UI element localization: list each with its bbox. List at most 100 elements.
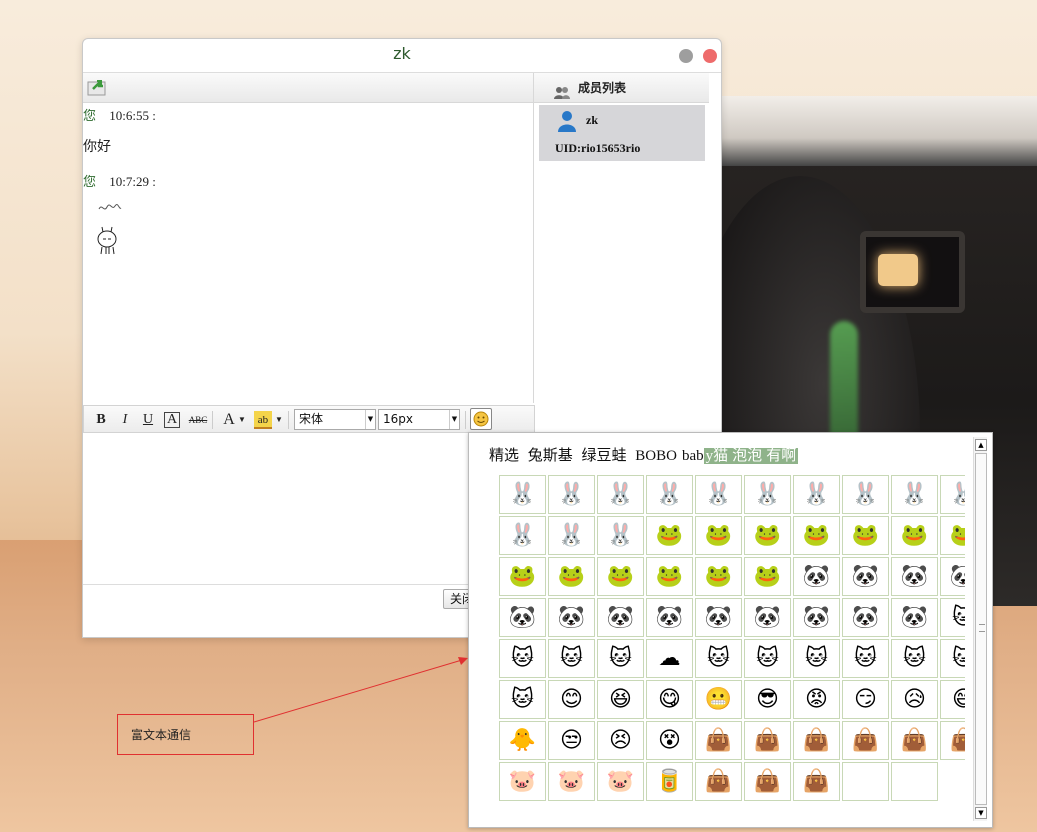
emoji-cell[interactable]: 👜 <box>695 762 742 801</box>
emoji-cell[interactable]: 🐸 <box>646 516 693 555</box>
emoji-cell[interactable]: 🐰 <box>793 475 840 514</box>
emoji-cell[interactable]: 😏 <box>842 680 889 719</box>
emoji-cell[interactable]: 🐸 <box>744 557 791 596</box>
emoji-cell[interactable]: 🐸 <box>597 557 644 596</box>
emoji-cell[interactable]: 🐼 <box>793 557 840 596</box>
emoji-cell[interactable]: 👜 <box>940 721 965 760</box>
emoji-cell[interactable]: 🐼 <box>891 598 938 637</box>
highlight-dropdown-icon[interactable]: ▼ <box>275 411 283 429</box>
emoji-cell[interactable]: 🐰 <box>548 475 595 514</box>
emoji-cell[interactable]: 👜 <box>744 762 791 801</box>
emoji-cell[interactable]: 🐼 <box>548 598 595 637</box>
emoji-cell[interactable]: 👜 <box>842 721 889 760</box>
emoji-cell[interactable]: 🐱 <box>940 639 965 678</box>
emoji-cell[interactable]: 🐰 <box>744 475 791 514</box>
highlight-button[interactable]: ab <box>254 411 272 429</box>
emoji-tab-tuzki[interactable]: 兔斯基 <box>528 448 573 464</box>
emoji-cell[interactable]: 🐸 <box>940 516 965 555</box>
emoji-button[interactable] <box>470 408 492 430</box>
emoji-cell[interactable]: 😵 <box>646 721 693 760</box>
emoji-cell[interactable]: 😡 <box>793 680 840 719</box>
emoji-cell[interactable]: 🐼 <box>891 557 938 596</box>
emoji-cell[interactable]: 👜 <box>891 721 938 760</box>
emoji-cell[interactable]: ☁ <box>646 639 693 678</box>
emoji-cell[interactable]: 🐸 <box>793 516 840 555</box>
font-color-button[interactable]: A <box>222 411 236 429</box>
emoji-cell[interactable] <box>891 762 938 801</box>
emoji-cell[interactable]: 🐰 <box>695 475 742 514</box>
underline-button[interactable]: U <box>141 411 155 429</box>
emoji-cell[interactable]: 🐼 <box>940 557 965 596</box>
emoji-cell[interactable]: 🐰 <box>597 516 644 555</box>
emoji-cell[interactable]: 🐱 <box>891 639 938 678</box>
emoji-cell[interactable]: 🐼 <box>646 598 693 637</box>
emoji-tab-featured[interactable]: 精选 <box>489 448 519 464</box>
font-color-dropdown-icon[interactable]: ▼ <box>238 411 246 429</box>
strikethrough-button[interactable]: ABC <box>188 411 208 429</box>
emoji-cell[interactable]: 🐰 <box>842 475 889 514</box>
emoji-cell[interactable]: 🐸 <box>646 557 693 596</box>
emoji-cell[interactable]: 🐸 <box>695 557 742 596</box>
emoji-cell[interactable]: 🐥 <box>499 721 546 760</box>
emoji-cell[interactable]: 👜 <box>695 721 742 760</box>
emoji-cell[interactable]: 🐰 <box>646 475 693 514</box>
emoji-cell[interactable]: 🐰 <box>597 475 644 514</box>
emoji-cell[interactable]: 🐼 <box>793 598 840 637</box>
emoji-cell[interactable]: 😋 <box>646 680 693 719</box>
emoji-cell[interactable]: 😎 <box>744 680 791 719</box>
font-border-button[interactable]: A <box>164 412 180 428</box>
emoji-cell[interactable]: 👜 <box>793 762 840 801</box>
emoji-tab-bobo[interactable]: BOBO <box>635 448 677 464</box>
emoji-cell[interactable]: 😆 <box>597 680 644 719</box>
emoji-cell[interactable] <box>842 762 889 801</box>
emoji-cell[interactable]: 🐰 <box>891 475 938 514</box>
emoji-cell[interactable]: 🐸 <box>548 557 595 596</box>
emoji-cell[interactable]: 🐼 <box>842 598 889 637</box>
emoji-tab-baby[interactable]: bab <box>682 448 704 464</box>
emoji-cell[interactable]: 🐸 <box>695 516 742 555</box>
bold-button[interactable]: B <box>94 411 108 429</box>
emoji-cell[interactable]: 🐰 <box>548 516 595 555</box>
emoji-cell[interactable]: 🐼 <box>597 598 644 637</box>
emoji-cell[interactable]: 😥 <box>891 680 938 719</box>
emoji-cell[interactable]: 🐰 <box>499 516 546 555</box>
emoji-scrollbar[interactable]: ▲ ▼ <box>973 437 987 821</box>
emoji-cell[interactable]: 😬 <box>695 680 742 719</box>
emoji-cell[interactable]: 😊 <box>548 680 595 719</box>
scroll-up-icon[interactable]: ▲ <box>975 439 987 451</box>
emoji-cell[interactable]: 🐱 <box>499 639 546 678</box>
emoji-cell[interactable]: 🐱 <box>940 598 965 637</box>
emoji-cell[interactable]: 🐸 <box>842 516 889 555</box>
emoji-cell[interactable]: 👜 <box>793 721 840 760</box>
emoji-cell[interactable]: 🐰 <box>499 475 546 514</box>
emoji-tab-cat[interactable]: y猫 <box>703 448 731 464</box>
emoji-cell[interactable]: 😣 <box>597 721 644 760</box>
emoji-cell[interactable]: 🐷 <box>548 762 595 801</box>
member-item[interactable]: zk UID:rio15653rio <box>539 105 705 161</box>
emoji-cell[interactable]: 🐼 <box>695 598 742 637</box>
emoji-cell[interactable]: 🐼 <box>842 557 889 596</box>
emoji-cell[interactable]: 🐱 <box>695 639 742 678</box>
scroll-thumb[interactable] <box>975 453 987 805</box>
emoji-cell[interactable]: 🐸 <box>891 516 938 555</box>
close-window-button[interactable] <box>703 49 717 63</box>
emoji-cell[interactable]: 🐼 <box>499 598 546 637</box>
minimize-button[interactable] <box>679 49 693 63</box>
emoji-cell[interactable]: 🐱 <box>499 680 546 719</box>
italic-button[interactable]: I <box>118 411 132 429</box>
emoji-cell[interactable]: 🐱 <box>548 639 595 678</box>
emoji-tab-bubble[interactable]: 泡泡 <box>730 448 765 464</box>
emoji-cell[interactable]: 🐷 <box>499 762 546 801</box>
emoji-cell[interactable]: 😒 <box>548 721 595 760</box>
emoji-cell[interactable]: 🐱 <box>597 639 644 678</box>
emoji-tab-green-frog[interactable]: 绿豆蛙 <box>582 448 627 464</box>
emoji-cell[interactable]: 🐸 <box>744 516 791 555</box>
emoji-tab-youa[interactable]: 有啊 <box>764 448 799 464</box>
emoji-cell[interactable]: 🐱 <box>842 639 889 678</box>
emoji-cell[interactable]: 😅 <box>940 680 965 719</box>
emoji-cell[interactable]: 🐱 <box>793 639 840 678</box>
font-family-select[interactable]: 宋体 ▼ <box>294 409 376 430</box>
emoji-cell[interactable]: 🐷 <box>597 762 644 801</box>
window-titlebar[interactable]: zk <box>83 39 721 73</box>
emoji-cell[interactable]: 🐱 <box>744 639 791 678</box>
